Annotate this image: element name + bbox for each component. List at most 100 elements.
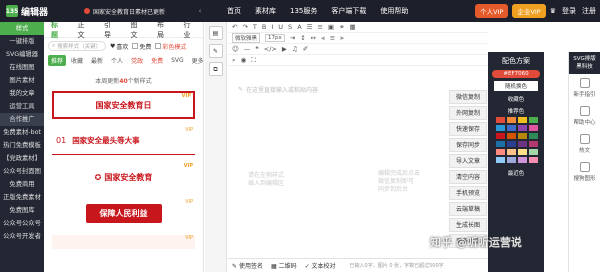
external-copy-button[interactable]: 外网复制: [449, 106, 487, 120]
tab-body[interactable]: 正文: [71, 22, 98, 40]
template-item[interactable]: 保障人民利益 VIP: [52, 199, 195, 227]
nav-item-service[interactable]: 135服务: [283, 6, 324, 16]
code-icon[interactable]: </>: [264, 45, 277, 53]
sidebar-item-one-click[interactable]: 一键排版: [0, 35, 44, 48]
color-swatch[interactable]: [518, 141, 527, 147]
color-swatch[interactable]: [518, 157, 527, 163]
redo-icon[interactable]: ↷: [242, 23, 247, 31]
color-mode-checkbox[interactable]: 彩色模式: [155, 42, 186, 51]
signature-button[interactable]: ✎ 使用签名: [232, 261, 263, 270]
sidebar-item-free-commercial[interactable]: 免费商用: [0, 178, 44, 191]
filter-svg[interactable]: SVG: [168, 56, 187, 65]
guide-item[interactable]: 新手指引: [569, 74, 600, 102]
quote-icon[interactable]: ❝: [255, 45, 259, 53]
link-icon[interactable]: ⚭: [339, 23, 344, 31]
help-item[interactable]: 帮助中心: [569, 102, 600, 130]
register-link[interactable]: 注册: [582, 6, 596, 16]
sidebar-item-image-material[interactable]: 图片素材: [0, 74, 44, 87]
list-icon[interactable]: ☰: [307, 23, 313, 31]
preview-icon[interactable]: ◉: [241, 56, 247, 64]
sidebar-item-svg[interactable]: SVG编辑器: [0, 48, 44, 61]
template-item[interactable]: VIP: [52, 235, 195, 249]
sidebar-item-cover[interactable]: 公众号封面图: [0, 165, 44, 178]
filter-party[interactable]: 党政: [128, 55, 146, 66]
logo[interactable]: 135 编辑器: [0, 5, 84, 18]
color-swatch[interactable]: [529, 133, 538, 139]
strike-icon[interactable]: S: [288, 23, 292, 31]
save-sync-button[interactable]: 保存同步: [449, 138, 487, 152]
color-swatch[interactable]: [507, 125, 516, 131]
filter-favorite[interactable]: 收藏: [68, 55, 86, 66]
template-item[interactable]: 国家安全教育日 VIP: [52, 91, 195, 119]
login-link[interactable]: 登录: [562, 6, 576, 16]
color-swatch[interactable]: [518, 117, 527, 123]
crown-icon[interactable]: ♛: [550, 7, 556, 15]
underline-icon[interactable]: U: [278, 23, 283, 31]
nav-item-download[interactable]: 客户端下载: [324, 6, 373, 16]
tab-guide[interactable]: 引导: [97, 22, 124, 40]
tab-industry[interactable]: 行业: [177, 22, 204, 40]
align-right-icon[interactable]: ⫸: [340, 34, 344, 43]
sidebar-item-style[interactable]: 样式: [0, 22, 44, 35]
bold-icon[interactable]: B: [262, 23, 266, 31]
clear-content-button[interactable]: 清空内容: [449, 170, 487, 184]
sidebar-item-online-image[interactable]: 在线图图: [0, 61, 44, 74]
divider-icon[interactable]: —: [244, 45, 251, 53]
nav-item-library[interactable]: 素材库: [248, 6, 283, 16]
font-color-icon[interactable]: A: [297, 23, 301, 31]
indent-icon[interactable]: ⇥: [290, 34, 295, 42]
hot-item[interactable]: 热文: [569, 130, 600, 158]
color-swatch[interactable]: [507, 117, 516, 123]
color-swatch[interactable]: [529, 117, 538, 123]
italic-icon[interactable]: I: [271, 23, 273, 31]
template-item[interactable]: ✪ 国家安全教育 VIP: [52, 163, 195, 191]
color-swatch[interactable]: [496, 157, 505, 163]
color-swatch[interactable]: [507, 157, 516, 163]
svg-promo[interactable]: SVG排版 黑科技: [569, 52, 600, 74]
import-article-button[interactable]: 导入文章: [449, 154, 487, 168]
free-checkbox[interactable]: 免费: [132, 42, 151, 51]
sidebar-item-hot-templates[interactable]: 热门免费模板: [0, 139, 44, 152]
color-swatch[interactable]: [518, 133, 527, 139]
sogou-item[interactable]: 搜狗图形: [569, 158, 600, 186]
image-icon[interactable]: ▣: [328, 23, 334, 31]
filter-free[interactable]: 免费: [148, 55, 166, 66]
color-swatch[interactable]: [529, 125, 538, 131]
find-icon[interactable]: ⌕: [232, 56, 236, 65]
tab-layout[interactable]: 布局: [150, 22, 177, 40]
color-swatch[interactable]: [507, 149, 516, 155]
qrcode-button[interactable]: ▦ 二维码: [271, 261, 297, 270]
current-color-tag[interactable]: #EF7060: [492, 70, 540, 78]
document-icon[interactable]: ▤: [208, 26, 223, 40]
personal-vip-button[interactable]: 个人VIP: [475, 4, 509, 18]
color-swatch[interactable]: [518, 149, 527, 155]
emoji-icon[interactable]: ☺: [232, 45, 239, 53]
color-swatch[interactable]: [529, 157, 538, 163]
enterprise-vip-button[interactable]: 企业VIP: [512, 4, 546, 18]
like-filter[interactable]: ♥ 喜欢: [110, 42, 128, 51]
filter-recommend[interactable]: 推荐: [48, 54, 67, 66]
fullscreen-icon[interactable]: ⛶: [251, 56, 256, 65]
sidebar-item-licensed[interactable]: 正版免费素材: [0, 191, 44, 204]
align-center-icon[interactable]: ≡: [330, 34, 335, 42]
color-swatch[interactable]: [496, 133, 505, 139]
align-left-icon[interactable]: ⫷: [321, 34, 325, 43]
font-size-select[interactable]: 17px: [265, 34, 285, 42]
sidebar-item-partner[interactable]: 合作推广: [0, 113, 44, 126]
color-swatch[interactable]: [496, 125, 505, 131]
color-swatch[interactable]: [529, 141, 538, 147]
copy-icon[interactable]: ⧉: [208, 62, 223, 76]
wechat-copy-button[interactable]: 微信复制: [449, 90, 487, 104]
search-input[interactable]: ⌕ 搜索样式（关键）: [48, 41, 106, 51]
filter-more[interactable]: 更多: [189, 55, 203, 66]
nav-item-help[interactable]: 使用帮助: [373, 6, 415, 16]
color-swatch[interactable]: [518, 125, 527, 131]
sidebar-item-gallery[interactable]: 免费图库: [0, 204, 44, 217]
cloud-draft-button[interactable]: 云端草稿: [449, 202, 487, 216]
mobile-preview-button[interactable]: 手机预览: [449, 186, 487, 200]
color-swatch[interactable]: [496, 141, 505, 147]
color-swatch[interactable]: [507, 133, 516, 139]
line-height-icon[interactable]: ↕: [300, 34, 305, 42]
template-item[interactable]: 01 国家安全最头等大事 VIP: [52, 127, 195, 155]
sidebar-item-tools[interactable]: 运营工具: [0, 100, 44, 113]
